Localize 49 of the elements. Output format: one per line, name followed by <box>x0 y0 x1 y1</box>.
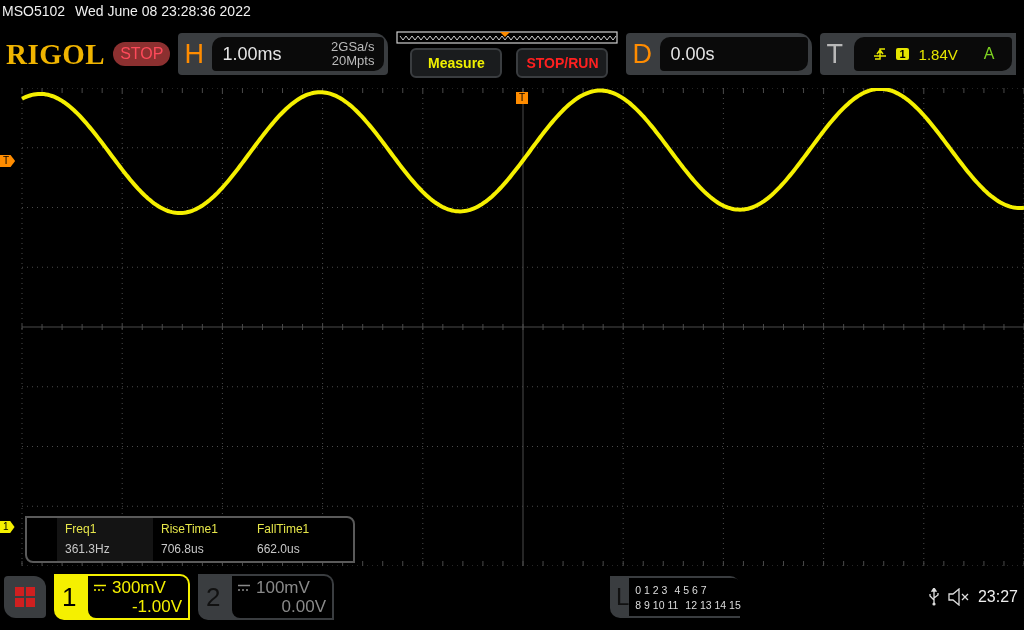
logic-channel-numbers: 4 5 6 7 <box>674 583 707 596</box>
usb-icon <box>927 588 940 606</box>
channel-offset: 0.00V <box>281 597 326 616</box>
grid-squares-icon <box>14 586 36 608</box>
logic-channel-numbers: 0 1 2 3 <box>635 583 668 596</box>
horizontal-panel[interactable]: H 1.00ms 2GSa/s 20Mpts <box>178 33 389 75</box>
channel-panel[interactable]: 1 300mV -1.00V <box>54 574 190 620</box>
channel-offset: -1.00V <box>131 597 182 616</box>
measurement-name: FallTime1 <box>257 522 311 536</box>
memory-depth: 20Mpts <box>331 54 375 68</box>
measurement-column[interactable]: RiseTime1 706.8us <box>153 518 249 561</box>
trigger-mode: A <box>983 45 995 63</box>
trigger-panel[interactable]: T 1 1.84V A <box>820 33 1017 75</box>
logic-channel-numbers: 12 13 14 15 <box>685 598 741 611</box>
measurement-column[interactable]: FallTime1 662.0us <box>249 518 345 561</box>
trigger-label: T <box>826 38 844 70</box>
channel-number: 1 <box>62 581 78 613</box>
muted-speaker-icon <box>947 588 970 606</box>
delay-panel[interactable]: D 0.00s <box>626 33 813 75</box>
measurement-name: RiseTime1 <box>161 522 219 536</box>
trigger-source-badge: 1 <box>896 48 909 60</box>
menu-button[interactable] <box>4 576 46 618</box>
channel-scale: 300mV <box>112 578 166 597</box>
sample-rate: 2GSa/s <box>331 40 375 54</box>
stop-run-button[interactable]: STOP/RUN <box>516 47 609 78</box>
clock: 23:27 <box>977 588 1018 606</box>
trigger-level-marker[interactable]: T <box>0 155 16 167</box>
measurement-column[interactable]: Freq1 361.3Hz <box>57 518 153 561</box>
dc-coupling-icon <box>238 583 250 592</box>
delay-label: D <box>632 38 653 70</box>
timebase-value: 1.00ms <box>222 43 282 65</box>
logic-channel-numbers: 8 9 10 11 <box>635 598 679 611</box>
delay-value: 0.00s <box>670 43 715 65</box>
run-state-indicator: STOP <box>113 42 171 66</box>
date-time: Wed June 08 23:28:36 2022 <box>75 3 251 19</box>
channel-marker[interactable]: 1 <box>0 521 15 533</box>
trigger-level: 1.84V <box>918 45 958 63</box>
horizontal-label: H <box>184 38 205 70</box>
measurement-value: 662.0us <box>257 542 301 556</box>
brand-logo: RIGOL <box>6 37 106 71</box>
trigger-position-marker[interactable]: T <box>516 92 529 104</box>
rising-edge-icon <box>874 47 887 61</box>
measurement-value: 706.8us <box>161 542 205 556</box>
model-name: MSO5102 <box>2 3 66 19</box>
measurement-name: Freq1 <box>65 522 98 536</box>
measure-button[interactable]: Measure <box>410 47 503 78</box>
dc-coupling-icon <box>94 583 106 592</box>
measurement-value: 361.3Hz <box>65 542 111 556</box>
channel-scale: 100mV <box>256 578 310 597</box>
